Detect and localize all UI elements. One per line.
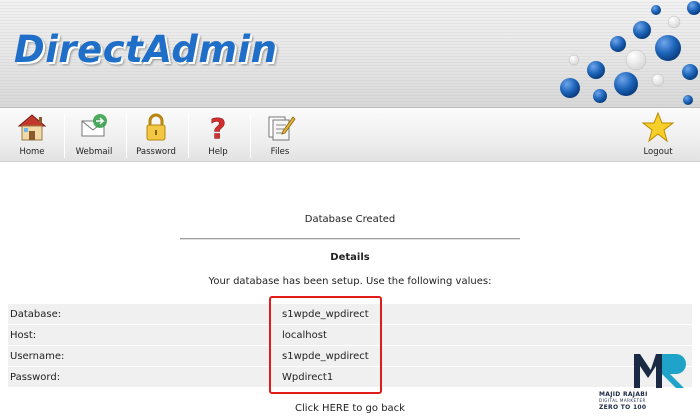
lock-icon [146,113,166,141]
toolbar-label: Webmail [75,147,113,157]
files-icon [268,116,296,141]
back-link[interactable]: HERE [322,403,349,414]
watermark-logo-icon [634,354,686,388]
back-prefix: Click [295,403,323,414]
toolbar-label: Home [19,147,45,157]
main-toolbar: Home Webmail Password ? Help Files Logou… [0,108,700,162]
svg-text:?: ? [210,112,226,143]
star-icon [641,111,675,143]
highlight-box [269,296,382,394]
toolbar-help[interactable]: ? Help [188,111,248,161]
decorative-dots-icon [560,1,700,105]
watermark-subtitle: DIGITAL MARKETER [599,398,646,403]
row-key: Password: [10,372,61,383]
question-icon: ? [210,112,227,143]
directadmin-logo[interactable]: DirectAdmin [14,28,277,71]
row-key: Host: [10,330,37,341]
row-key: Username: [10,351,65,362]
divider [180,238,520,240]
back-line: Click HERE to go back [0,403,700,414]
toolbar-webmail[interactable]: Webmail [64,111,124,161]
header-banner: DirectAdmin [0,0,700,108]
watermark-name: MAJID RAJABI [599,391,648,398]
toolbar-label: Password [136,147,176,157]
back-suffix: to go back [349,403,405,414]
row-key: Database: [10,309,62,320]
webmail-icon [81,114,107,137]
toolbar-password[interactable]: Password [126,111,186,161]
toolbar-logout[interactable]: Logout [628,111,688,161]
toolbar-label: Files [270,147,290,157]
toolbar-files[interactable]: Files [250,111,310,161]
toolbar-home[interactable]: Home [2,111,62,161]
watermark-tagline: ZERO TO 100 [599,404,647,411]
toolbar-label: Logout [643,147,673,157]
page-title: Database Created [304,214,396,225]
details-heading: Details [330,252,370,263]
intro-text: Your database has been setup. Use the fo… [208,276,492,287]
home-icon [17,114,47,141]
toolbar-label: Help [208,147,228,157]
